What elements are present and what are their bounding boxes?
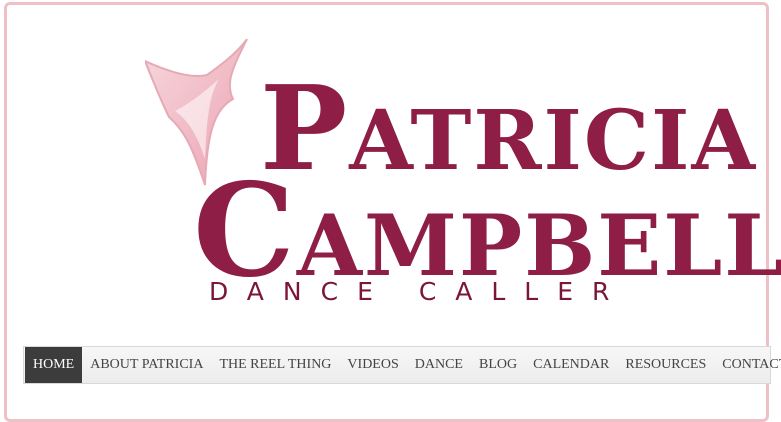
nav-item-videos[interactable]: VIDEOS <box>339 347 406 383</box>
nav-item-contact[interactable]: CONTACT <box>714 347 781 383</box>
main-nav: HOME ABOUT PATRICIA THE REEL THING VIDEO… <box>23 346 781 384</box>
nav-item-the-reel-thing[interactable]: THE REEL THING <box>211 347 339 383</box>
page-frame: PATRICIA CAMPBELL DANCE CALLER HOME ABOU… <box>4 2 781 422</box>
site-logo[interactable]: PATRICIA CAMPBELL DANCE CALLER <box>145 39 781 314</box>
nav-item-blog[interactable]: BLOG <box>471 347 525 383</box>
nav-item-dance[interactable]: DANCE <box>407 347 471 383</box>
logo-name-last: CAMPBELL <box>193 167 781 295</box>
nav-item-about-patricia[interactable]: ABOUT PATRICIA <box>82 347 211 383</box>
nav-item-home[interactable]: HOME <box>25 347 83 383</box>
nav-item-resources[interactable]: RESOURCES <box>617 347 714 383</box>
logo-tagline: DANCE CALLER <box>209 277 629 306</box>
nav-item-calendar[interactable]: CALENDAR <box>525 347 617 383</box>
